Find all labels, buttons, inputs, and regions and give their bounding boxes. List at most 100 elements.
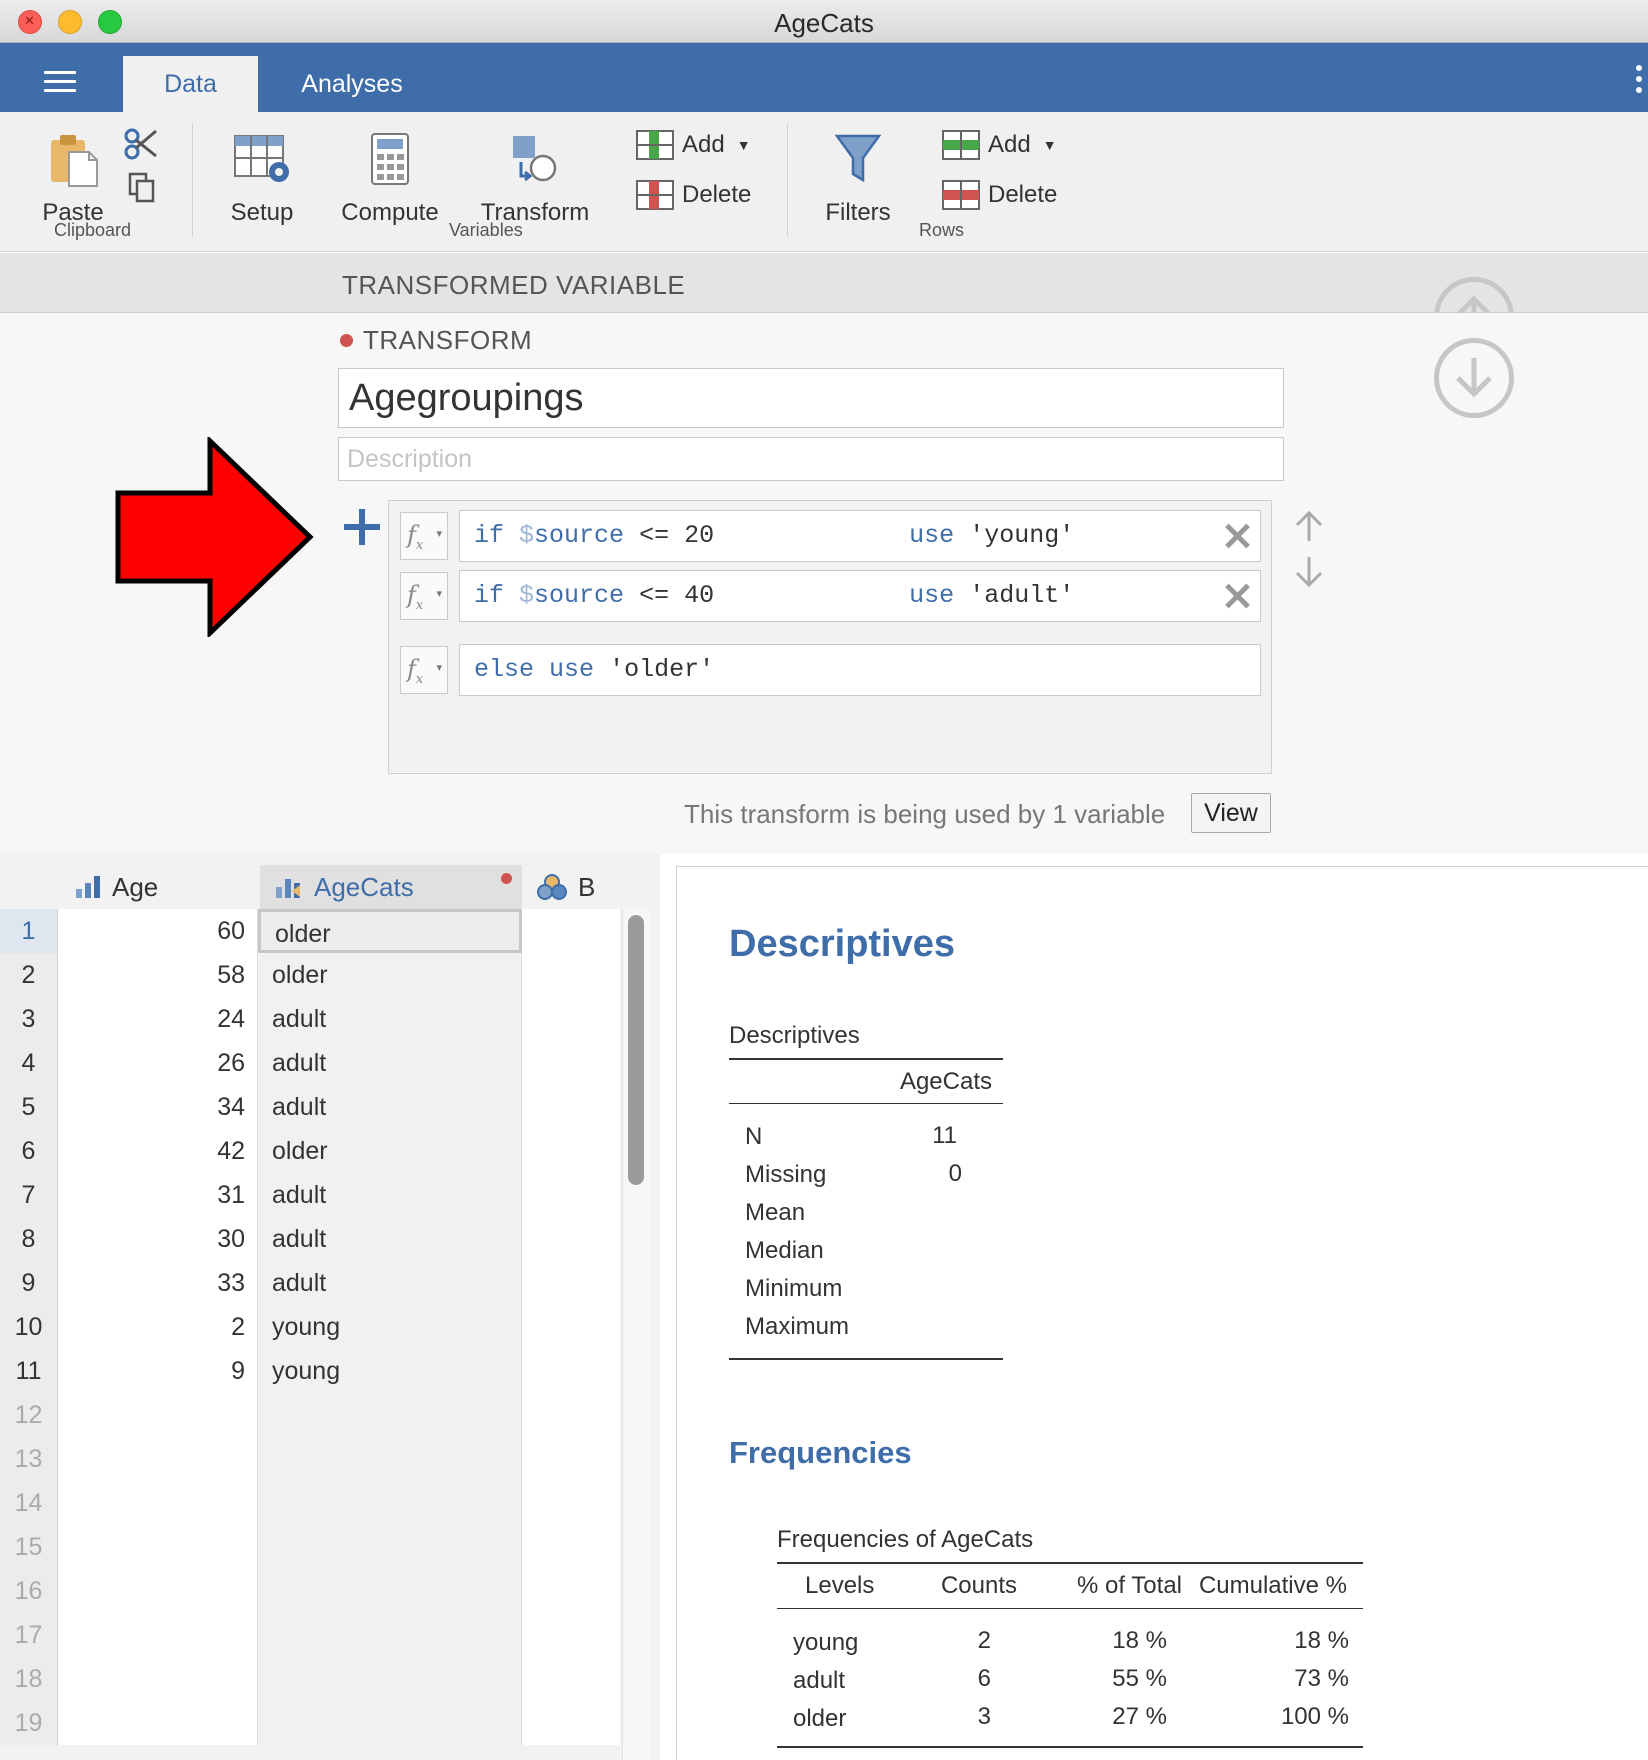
b-cell[interactable] [522, 1217, 620, 1261]
column-header-age[interactable]: Age [58, 865, 258, 909]
agecats-cell[interactable] [258, 1657, 522, 1701]
row-number[interactable]: 11 [0, 1349, 58, 1393]
b-cell[interactable] [522, 1305, 620, 1349]
b-cell[interactable] [522, 909, 620, 953]
row-number[interactable]: 13 [0, 1437, 58, 1481]
age-cell[interactable]: 34 [58, 1085, 258, 1129]
condition-2-field[interactable]: if $source <= 40 use 'adult' [459, 570, 1261, 622]
paste-button[interactable]: Paste [38, 132, 108, 227]
b-cell[interactable] [522, 1569, 620, 1613]
delete-row-button[interactable]: Delete [942, 180, 1057, 210]
tab-analyses[interactable]: Analyses [272, 56, 432, 112]
compute-button[interactable]: Compute [338, 132, 442, 227]
age-cell[interactable]: 42 [58, 1129, 258, 1173]
agecats-cell[interactable] [258, 1569, 522, 1613]
row-number[interactable]: 10 [0, 1305, 58, 1349]
b-cell[interactable] [522, 997, 620, 1041]
row-number[interactable]: 7 [0, 1173, 58, 1217]
row-number[interactable]: 8 [0, 1217, 58, 1261]
remove-condition-2-icon[interactable] [1224, 583, 1250, 609]
next-transform-button[interactable] [1434, 338, 1514, 418]
agecats-cell[interactable] [258, 1437, 522, 1481]
agecats-cell[interactable]: young [258, 1305, 522, 1349]
b-cell[interactable] [522, 1701, 620, 1745]
age-cell[interactable]: 2 [58, 1305, 258, 1349]
add-condition-button[interactable] [344, 509, 380, 545]
agecats-cell[interactable]: older [258, 1129, 522, 1173]
row-number[interactable]: 3 [0, 997, 58, 1041]
row-number[interactable]: 19 [0, 1701, 58, 1745]
tab-data[interactable]: Data [123, 56, 258, 112]
descriptives-heading[interactable]: Descriptives [729, 923, 955, 966]
row-number[interactable]: 1 [0, 909, 58, 953]
transform-description-field[interactable]: Description [338, 437, 1284, 481]
add-row-button[interactable]: Add ▼ [942, 130, 1057, 160]
age-cell[interactable] [58, 1613, 258, 1657]
age-cell[interactable]: 33 [58, 1261, 258, 1305]
agecats-cell[interactable]: young [258, 1349, 522, 1393]
row-number[interactable]: 15 [0, 1525, 58, 1569]
transform-name-field[interactable]: Agegroupings [338, 368, 1284, 428]
b-cell[interactable] [522, 1613, 620, 1657]
b-cell[interactable] [522, 1481, 620, 1525]
b-cell[interactable] [522, 1525, 620, 1569]
row-number[interactable]: 2 [0, 953, 58, 997]
else-function-button[interactable]: fx [400, 646, 448, 694]
agecats-cell[interactable] [258, 1393, 522, 1437]
b-cell[interactable] [522, 1129, 620, 1173]
row-number[interactable]: 4 [0, 1041, 58, 1085]
add-variable-button[interactable]: Add ▼ [636, 130, 751, 160]
age-cell[interactable] [58, 1701, 258, 1745]
agecats-cell[interactable] [258, 1481, 522, 1525]
b-cell[interactable] [522, 1393, 620, 1437]
b-cell[interactable] [522, 1657, 620, 1701]
frequencies-heading[interactable]: Frequencies [729, 1435, 912, 1471]
b-cell[interactable] [522, 1437, 620, 1481]
b-cell[interactable] [522, 953, 620, 997]
row-number[interactable]: 16 [0, 1569, 58, 1613]
age-cell[interactable]: 26 [58, 1041, 258, 1085]
column-header-b[interactable]: B [532, 865, 622, 909]
age-cell[interactable] [58, 1437, 258, 1481]
condition-function-button[interactable]: fx [400, 572, 448, 620]
row-number[interactable]: 17 [0, 1613, 58, 1657]
b-cell[interactable] [522, 1085, 620, 1129]
row-number[interactable]: 14 [0, 1481, 58, 1525]
agecats-cell[interactable] [258, 1701, 522, 1745]
more-options-icon[interactable] [1636, 65, 1642, 98]
column-header-agecats[interactable]: AgeCats [260, 865, 522, 909]
agecats-cell[interactable]: older [258, 953, 522, 997]
agecats-cell[interactable]: adult [258, 1085, 522, 1129]
filters-button[interactable]: Filters [818, 132, 898, 227]
row-number[interactable]: 6 [0, 1129, 58, 1173]
agecats-cell[interactable]: adult [258, 1261, 522, 1305]
cut-icon[interactable] [124, 128, 158, 160]
age-cell[interactable] [58, 1393, 258, 1437]
age-cell[interactable]: 58 [58, 953, 258, 997]
age-cell[interactable] [58, 1481, 258, 1525]
menu-icon[interactable] [44, 71, 76, 93]
age-cell[interactable] [58, 1657, 258, 1701]
row-number[interactable]: 5 [0, 1085, 58, 1129]
age-cell[interactable]: 30 [58, 1217, 258, 1261]
b-cell[interactable] [522, 1261, 620, 1305]
move-condition-arrows-icon[interactable] [1292, 509, 1326, 591]
condition-1-field[interactable]: if $source <= 20 use 'young' [459, 510, 1261, 562]
row-number[interactable]: 12 [0, 1393, 58, 1437]
agecats-cell[interactable]: adult [258, 1173, 522, 1217]
agecats-cell[interactable] [258, 1525, 522, 1569]
else-condition-field[interactable]: else use 'older' [459, 644, 1261, 696]
age-cell[interactable]: 9 [58, 1349, 258, 1393]
age-cell[interactable]: 31 [58, 1173, 258, 1217]
agecats-cell[interactable]: adult [258, 1217, 522, 1261]
agecats-cell[interactable]: adult [258, 1041, 522, 1085]
view-button[interactable]: View [1191, 793, 1271, 833]
copy-icon[interactable] [128, 172, 156, 204]
age-cell[interactable] [58, 1569, 258, 1613]
add-row-dropdown-icon[interactable]: ▼ [1043, 137, 1057, 153]
vertical-scrollbar-thumb[interactable] [628, 915, 644, 1185]
delete-variable-button[interactable]: Delete [636, 180, 751, 210]
row-number[interactable]: 9 [0, 1261, 58, 1305]
b-cell[interactable] [522, 1349, 620, 1393]
remove-condition-1-icon[interactable] [1224, 523, 1250, 549]
